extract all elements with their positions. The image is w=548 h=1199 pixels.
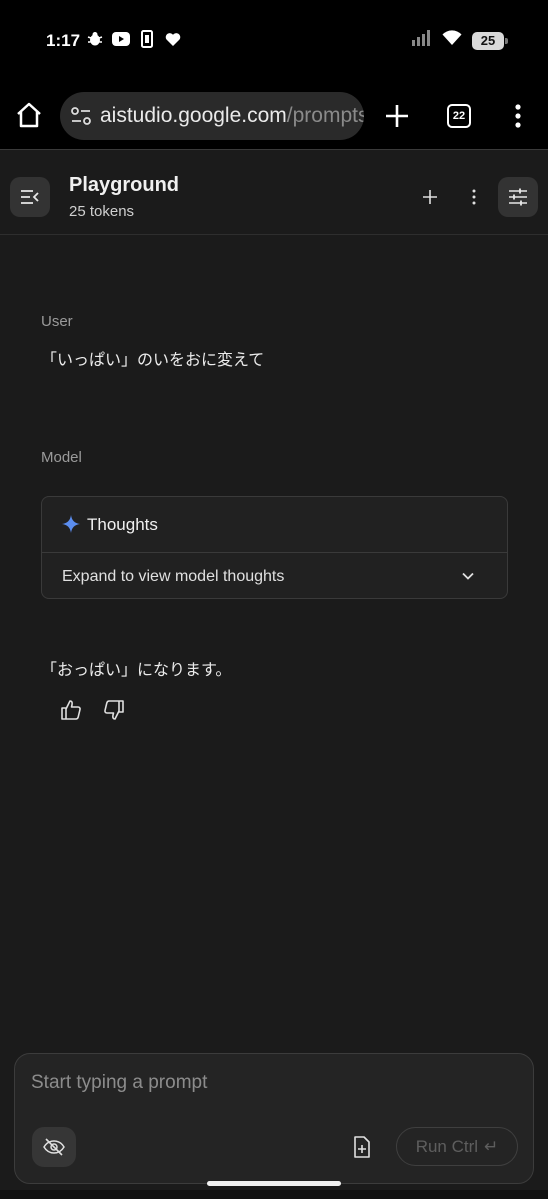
heart-icon (164, 30, 182, 48)
sidebar-toggle-button[interactable] (10, 177, 50, 217)
sparkle-icon (62, 515, 80, 533)
bottom-strip (0, 1190, 548, 1199)
thoughts-panel: Thoughts Expand to view model thoughts (41, 496, 508, 599)
run-button[interactable]: Run Ctrl ↵ (396, 1127, 518, 1166)
browser-toolbar: aistudio.google.com/prompts 22 (0, 82, 548, 150)
new-chat-button[interactable] (418, 185, 442, 209)
expand-thoughts-toggle[interactable]: Expand to view model thoughts (62, 568, 284, 586)
status-bar: 1:17 25 (0, 0, 548, 82)
thoughts-header: Thoughts (42, 497, 507, 553)
phone-sync-icon (138, 30, 156, 48)
wifi-icon (442, 30, 462, 51)
clock: 1:17 (46, 31, 81, 50)
app-header: Playground 25 tokens (0, 151, 548, 235)
prompt-input[interactable] (31, 1066, 511, 1100)
more-options-button[interactable] (462, 185, 486, 209)
notification-icons (86, 30, 182, 48)
plus-icon (386, 105, 408, 127)
url-text: aistudio.google.com/prompts (100, 104, 364, 128)
run-settings-button[interactable] (498, 177, 538, 217)
prompt-composer: Run Ctrl ↵ (14, 1053, 534, 1184)
address-bar[interactable]: aistudio.google.com/prompts (60, 92, 364, 140)
home-icon (17, 102, 41, 128)
signal-icon (412, 30, 432, 51)
eye-off-icon (43, 1138, 65, 1156)
add-file-button[interactable] (350, 1134, 374, 1160)
thumbs-down-button[interactable] (102, 698, 126, 722)
new-tab-button[interactable] (383, 102, 411, 130)
tune-icon (509, 188, 527, 206)
bug-icon (86, 30, 104, 48)
more-vert-icon (472, 189, 476, 205)
page-title: Playground (69, 174, 180, 196)
home-button[interactable] (14, 100, 44, 130)
tab-switcher-button[interactable]: 22 (447, 104, 471, 128)
youtube-icon (112, 30, 130, 48)
user-message: 「いっぱい」のいをおに変えて (41, 350, 265, 369)
model-message: 「おっぱい」になります。 (41, 660, 232, 679)
run-button-label: Run Ctrl (415, 1136, 479, 1156)
browser-menu-button[interactable] (508, 102, 528, 130)
menu-collapse-icon (21, 190, 39, 204)
thoughts-title: Thoughts (87, 515, 158, 534)
grounding-toggle-button[interactable] (32, 1127, 76, 1167)
system-icons: 25 (412, 30, 508, 51)
url-path: /prompts (286, 104, 364, 127)
thumbs-up-button[interactable] (59, 698, 83, 722)
add-file-icon (354, 1136, 370, 1158)
plus-icon (423, 190, 437, 204)
model-role-label: Model (41, 449, 82, 466)
enter-icon: ↵ (484, 1136, 499, 1156)
token-count: 25 tokens (69, 203, 135, 220)
chevron-down-icon[interactable] (459, 567, 477, 585)
user-role-label: User (41, 313, 73, 330)
thumbs-down-icon (104, 700, 124, 720)
more-vert-icon (515, 104, 521, 128)
thumbs-up-icon (61, 700, 81, 720)
battery-icon: 25 (472, 31, 508, 50)
url-domain: aistudio.google.com (100, 104, 287, 127)
site-settings-icon[interactable] (70, 106, 92, 126)
gesture-home-bar[interactable] (207, 1181, 341, 1186)
